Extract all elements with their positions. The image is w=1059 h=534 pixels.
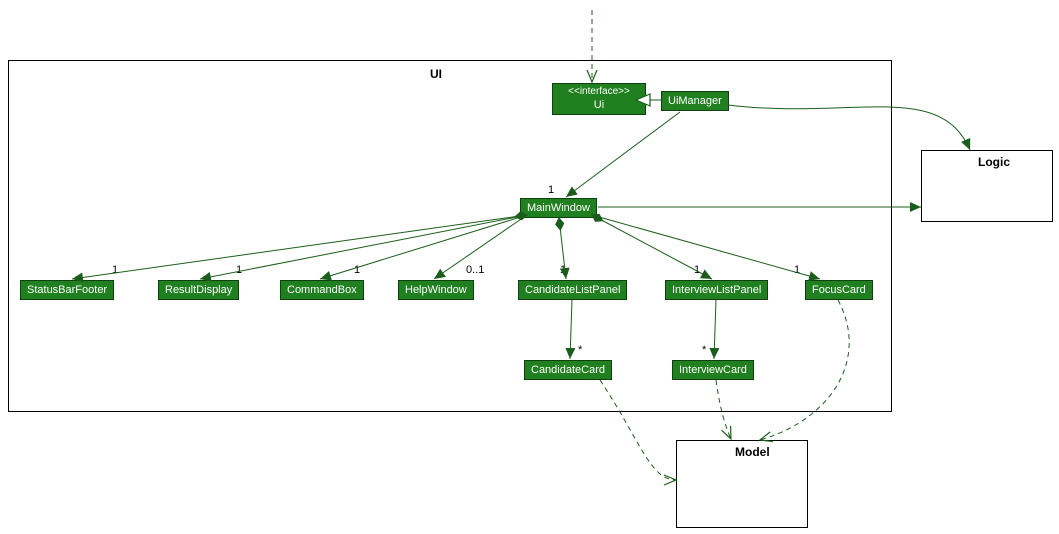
diagram-connectors bbox=[0, 0, 1059, 534]
